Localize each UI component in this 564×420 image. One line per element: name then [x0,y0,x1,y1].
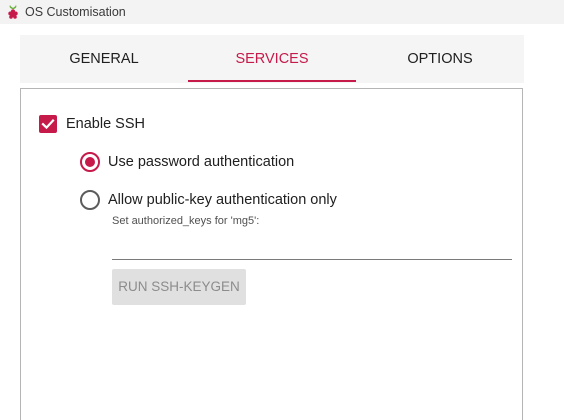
authorized-keys-field[interactable] [112,232,512,260]
tab-options[interactable]: OPTIONS [356,35,524,83]
tab-general[interactable]: GENERAL [20,35,188,83]
title-bar: OS Customisation [0,0,564,24]
tab-services[interactable]: SERVICES [188,35,356,83]
enable-ssh-label[interactable]: Enable SSH [66,115,145,133]
checkmark-icon [41,119,55,130]
raspberry-icon [6,4,20,20]
authorized-keys-hint: Set authorized_keys for 'mg5': [112,215,260,227]
os-customisation-window: OS Customisation GENERAL SERVICES OPTION… [0,0,564,420]
tab-bar: GENERAL SERVICES OPTIONS [20,35,524,83]
run-ssh-keygen-button[interactable]: RUN SSH-KEYGEN [112,269,246,305]
public-key-auth-radio[interactable] [80,190,100,210]
password-auth-label[interactable]: Use password authentication [108,152,294,172]
radio-selected-dot [85,157,95,167]
active-tab-indicator [188,80,356,82]
window-title: OS Customisation [25,5,126,19]
password-auth-radio[interactable] [80,152,100,172]
enable-ssh-checkbox[interactable] [39,115,57,133]
public-key-auth-label[interactable]: Allow public-key authentication only [108,190,337,210]
